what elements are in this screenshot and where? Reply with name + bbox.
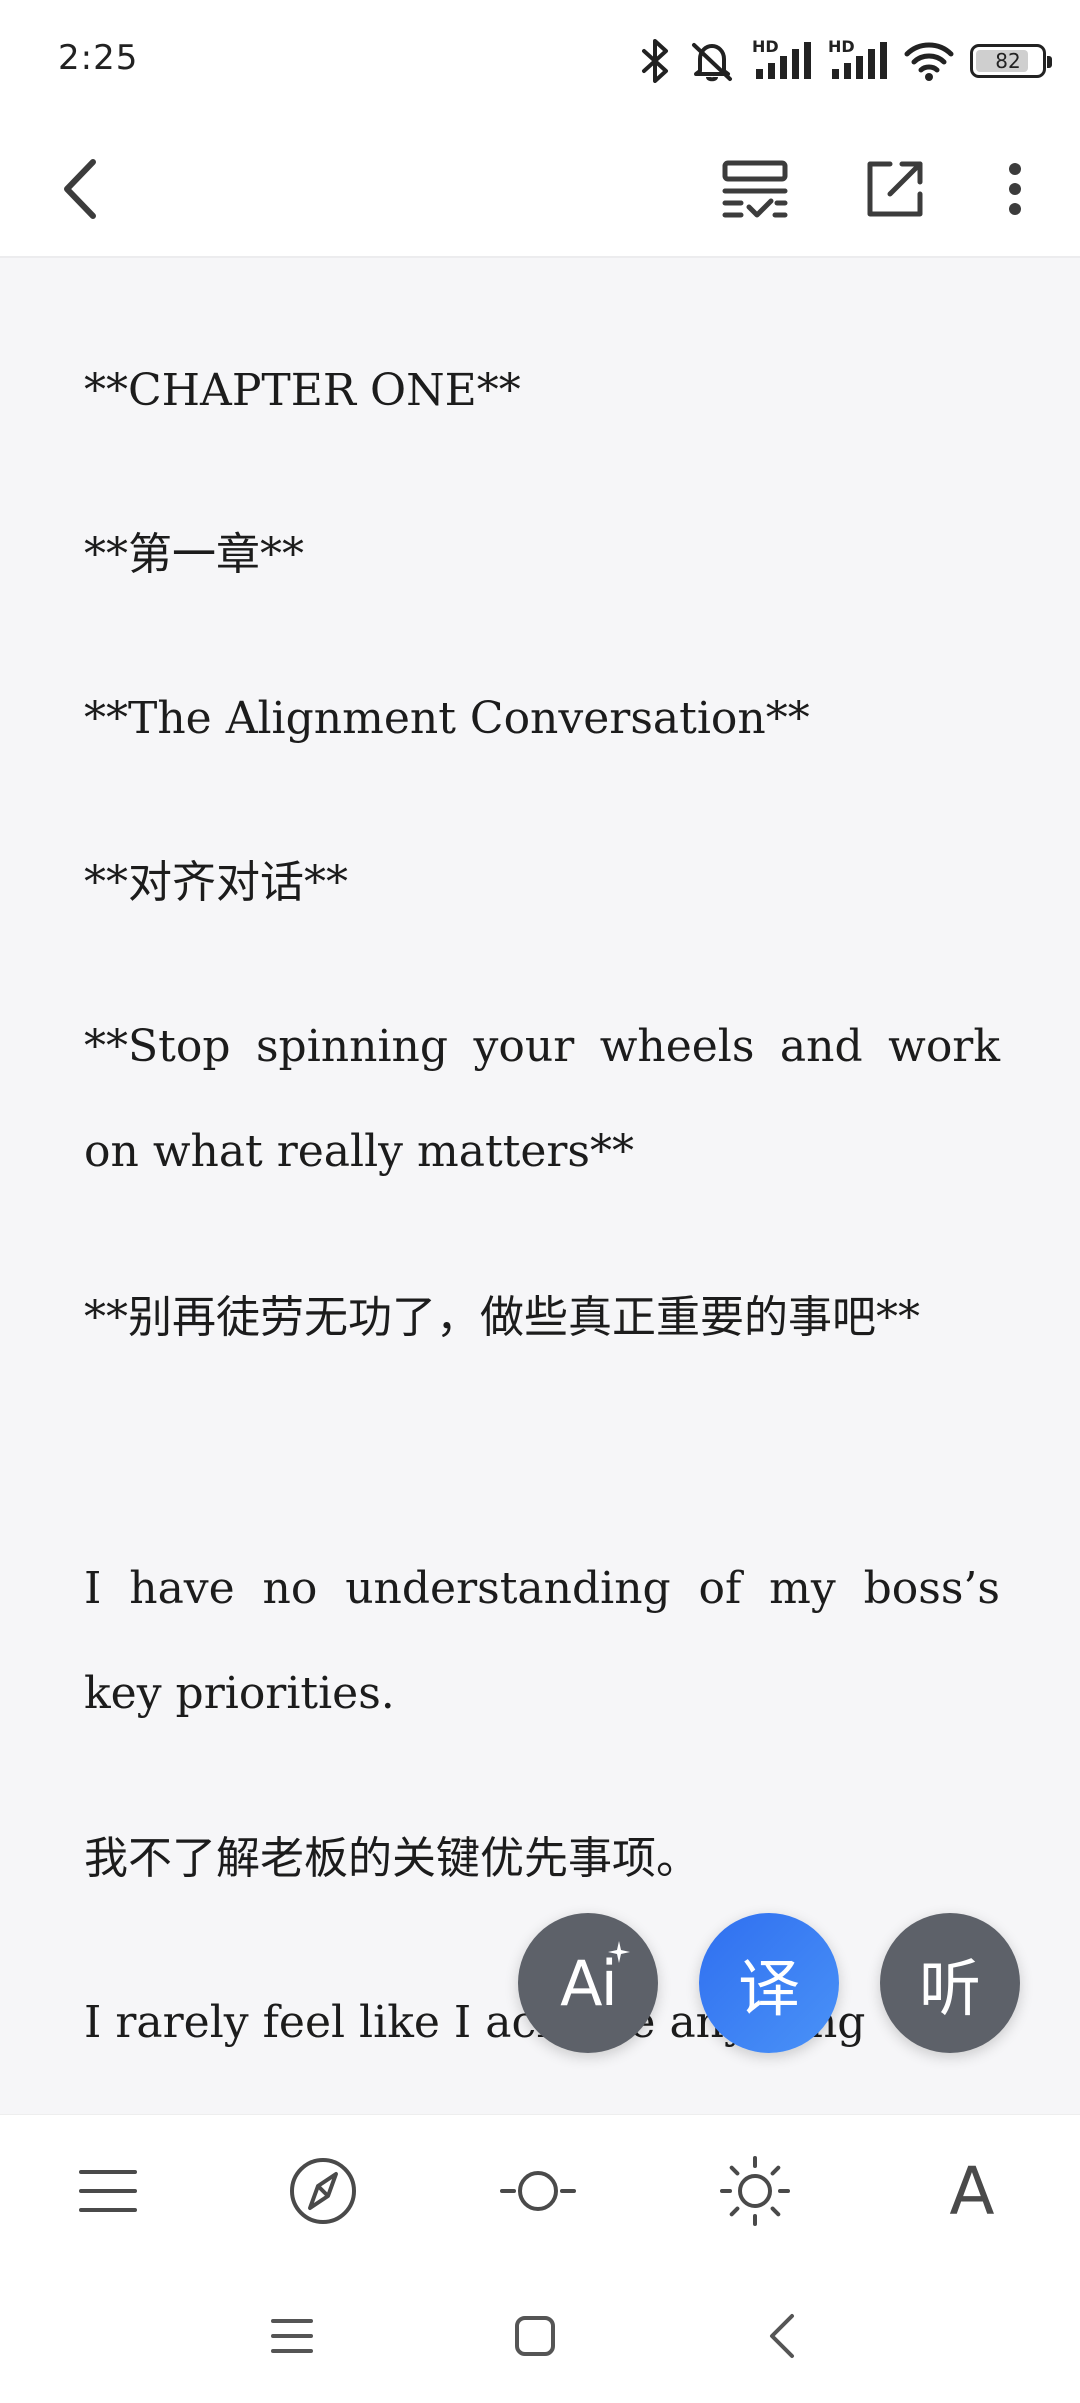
paragraph: **The Alignment Conversation**: [84, 693, 810, 744]
status-icons: HD HD 82: [640, 36, 1052, 86]
battery-icon: 82: [970, 44, 1052, 78]
ai-assistant-button[interactable]: Ai: [518, 1913, 658, 2053]
listen-label: 听: [918, 1952, 981, 2025]
reader-toolbar: A: [0, 2114, 1080, 2266]
recent-apps-icon: [271, 2319, 313, 2353]
signal-hd-icon-1: HD: [752, 37, 812, 83]
back-icon: [64, 159, 96, 219]
reading-mode-button[interactable]: [712, 146, 798, 232]
bluetooth-icon: [640, 39, 672, 83]
progress-button[interactable]: [488, 2143, 588, 2239]
share-icon: [867, 161, 923, 217]
mute-bell-icon: [688, 39, 736, 83]
translate-label: 译: [737, 1952, 800, 2025]
reading-mode-icon: [722, 160, 788, 218]
signal-hd-icon-2: HD: [828, 37, 888, 83]
brightness-icon: [720, 2156, 790, 2226]
compass-icon: [290, 2158, 356, 2224]
paragraph: I have no understanding of my boss’s key…: [84, 1563, 1000, 1719]
menu-icon: [79, 2170, 137, 2212]
paragraph: **对齐对话**: [84, 857, 348, 908]
system-nav-bar: [0, 2266, 1080, 2403]
listen-button[interactable]: 听: [880, 1913, 1020, 2053]
paragraph: **Stop spinning your wheels and work on …: [84, 1021, 1000, 1177]
contents-button[interactable]: [58, 2143, 158, 2239]
wifi-icon: [904, 39, 954, 83]
brightness-button[interactable]: [705, 2143, 805, 2239]
recent-apps-button[interactable]: [252, 2296, 332, 2376]
more-button[interactable]: [980, 146, 1050, 232]
back-button[interactable]: [40, 146, 120, 232]
share-button[interactable]: [852, 146, 938, 232]
ai-label: Ai: [560, 1940, 630, 2020]
home-button[interactable]: [495, 2296, 575, 2376]
back-nav-icon: [770, 2314, 794, 2358]
reader-app: 2:25 HD HD 82 **CHAPTER ONE** **第一章** **…: [0, 0, 1080, 2403]
paragraph: **别再徒劳无功了，做些真正重要的事吧**: [84, 1292, 920, 1343]
progress-icon: [500, 2171, 576, 2211]
top-toolbar: [0, 120, 1080, 258]
paragraph: **CHAPTER ONE**: [84, 365, 521, 416]
back-nav-button[interactable]: [742, 2296, 822, 2376]
status-bar: 2:25 HD HD 82: [0, 0, 1080, 120]
status-time: 2:25: [58, 38, 139, 78]
battery-text: 82: [995, 49, 1021, 73]
paragraph: **第一章**: [84, 529, 304, 580]
translate-button[interactable]: 译: [699, 1913, 839, 2053]
more-icon: [1009, 163, 1021, 215]
home-icon: [515, 2316, 555, 2356]
font-settings-button[interactable]: A: [922, 2143, 1022, 2239]
sparkle-icon: [607, 1940, 630, 1963]
paragraph: 我不了解老板的关键优先事项。: [84, 1833, 700, 1884]
discover-button[interactable]: [273, 2143, 373, 2239]
reading-content[interactable]: **CHAPTER ONE** **第一章** **The Alignment …: [0, 258, 1080, 2114]
font-icon: A: [949, 2152, 995, 2230]
